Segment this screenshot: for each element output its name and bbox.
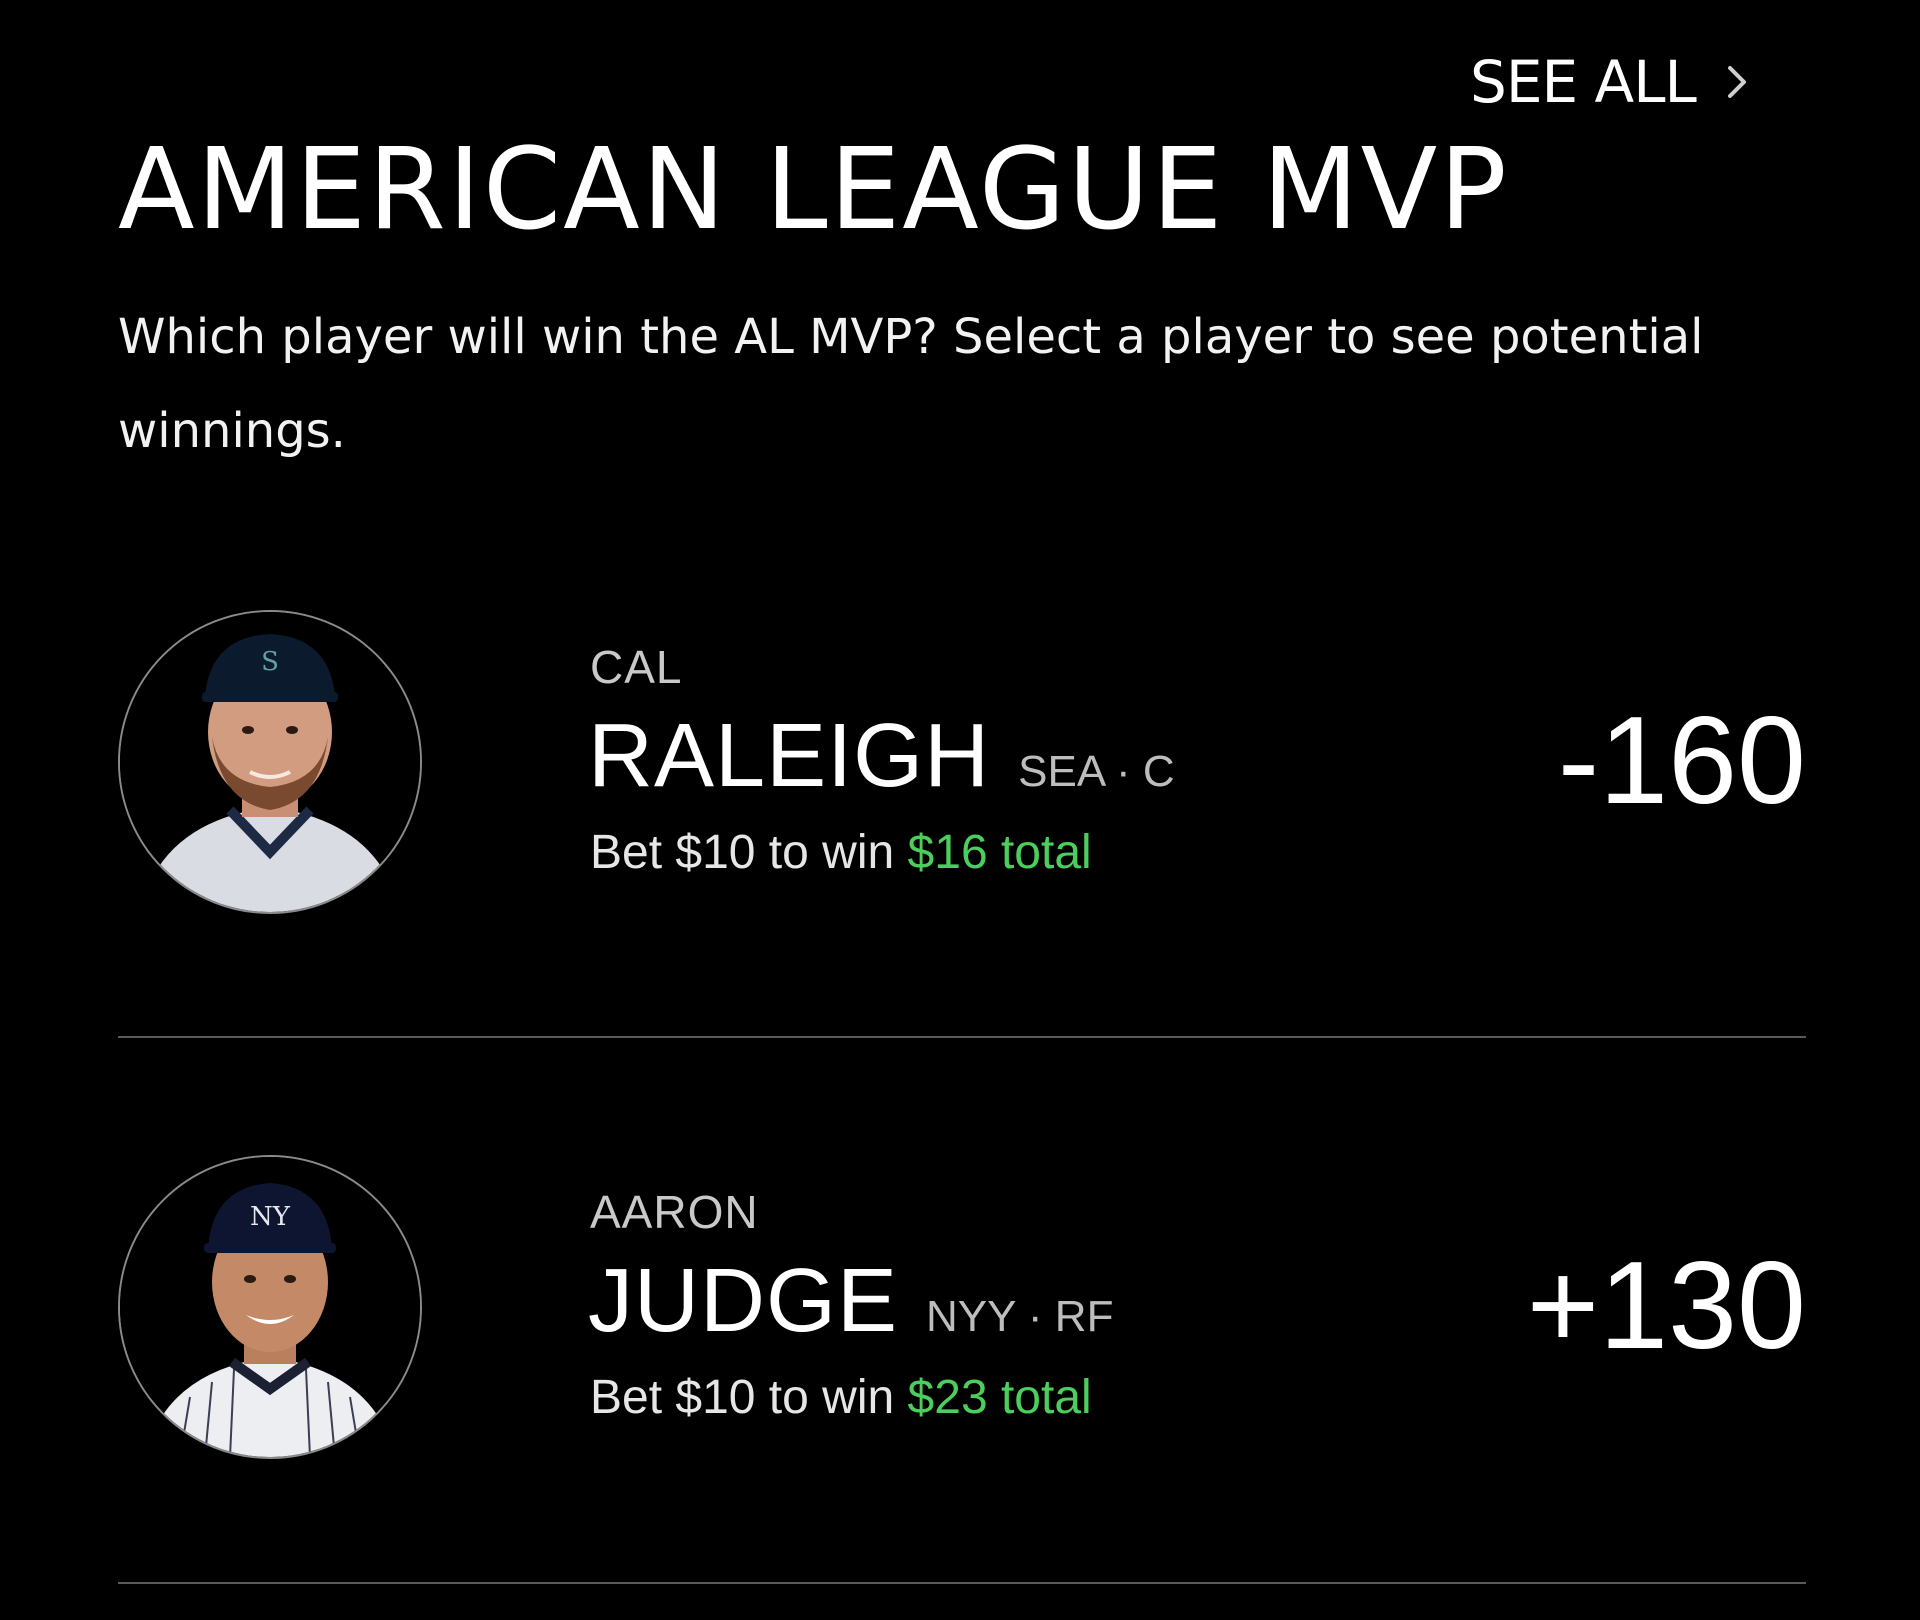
bet-summary: Bet $10 to win $23 total (590, 1370, 1092, 1425)
svg-text:NY: NY (250, 1202, 291, 1232)
chevron-right-icon (1722, 62, 1752, 102)
bet-prefix: Bet $10 to win (590, 826, 895, 879)
svg-text:S: S (261, 647, 279, 677)
player-last-name: JUDGE (588, 1251, 899, 1351)
see-all-link[interactable]: SEE ALL (1470, 42, 1752, 122)
bet-summary: Bet $10 to win $16 total (590, 825, 1092, 880)
player-name-line: RALEIGH SEA · C (588, 705, 1175, 808)
player-last-name: RALEIGH (588, 706, 991, 806)
see-all-label: SEE ALL (1470, 48, 1697, 116)
player-row[interactable]: NY AARON JUDGE NYY · RF Bet $10 to win $… (118, 1155, 1806, 1475)
player-name-line: JUDGE NYY · RF (588, 1250, 1113, 1353)
bet-prefix: Bet $10 to win (590, 1371, 895, 1424)
player-odds[interactable]: +130 (1527, 1235, 1806, 1377)
player-first-name: AARON (590, 1186, 759, 1238)
player-row[interactable]: S CAL RALEIGH SEA · C Bet $10 to win $16… (118, 610, 1806, 930)
player-first-name: CAL (590, 641, 683, 693)
page-title: AMERICAN LEAGUE MVP (118, 125, 1509, 255)
player-team-position: SEA · C (1018, 747, 1175, 796)
player-team-position: NYY · RF (926, 1292, 1114, 1341)
player-avatar: NY (118, 1155, 422, 1459)
bet-win-amount: $23 total (907, 1371, 1092, 1424)
bet-win-amount: $16 total (907, 826, 1092, 879)
player-avatar: S (118, 610, 422, 914)
page-subtitle: Which player will win the AL MVP? Select… (118, 309, 1704, 459)
row-divider (118, 1582, 1806, 1584)
player-odds[interactable]: -160 (1558, 690, 1806, 832)
row-divider (118, 1036, 1806, 1038)
